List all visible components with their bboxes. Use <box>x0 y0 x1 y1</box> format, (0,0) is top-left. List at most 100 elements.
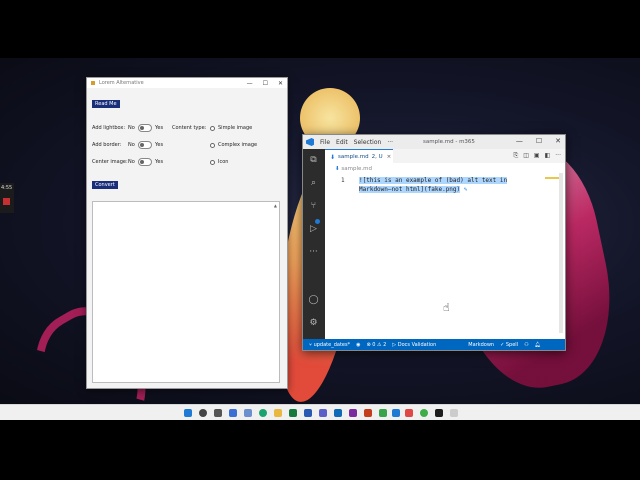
excel-icon[interactable] <box>289 409 297 417</box>
menu-more[interactable]: ··· <box>387 139 393 146</box>
menu-file[interactable]: File <box>320 139 330 146</box>
language-mode[interactable]: Markdown <box>468 342 494 348</box>
breadcrumb-file: sample.md <box>341 166 372 172</box>
code-editor[interactable]: 1 ![this is an example of (bad) alt text… <box>325 173 565 339</box>
teams-chat-icon[interactable] <box>244 409 252 417</box>
vscode-window: File Edit Selection ··· sample.md - m365… <box>302 134 566 351</box>
maximize-button[interactable]: ☐ <box>263 80 268 87</box>
center-image-label: Center image: <box>92 159 128 165</box>
start-icon[interactable] <box>184 409 192 417</box>
activity-bar: ⧉ ⌕ ⑂ ▷ ··· ◯ ⚙ <box>303 149 325 339</box>
account-icon[interactable]: ◯ <box>308 294 319 305</box>
close-button[interactable]: ✕ <box>278 80 283 87</box>
border-no-label: No <box>128 142 135 148</box>
lightbox-yes-label: Yes <box>155 125 164 131</box>
markdown-file-icon: ⬇ <box>330 153 336 161</box>
branch-name: update_dates* <box>313 341 351 348</box>
extensions-icon[interactable]: ··· <box>308 246 319 257</box>
search-icon[interactable]: ⌕ <box>308 177 319 188</box>
code-content[interactable]: ![this is an example of (bad) alt text i… <box>359 176 508 194</box>
minimize-button[interactable]: — <box>247 80 253 87</box>
lorem-alternative-window: Lorem Alternative — ☐ ✕ Read Me Add ligh… <box>86 77 288 389</box>
branch-status[interactable]: ⑂ update_dates* <box>309 342 350 348</box>
icon-radio[interactable] <box>210 160 215 165</box>
lightbox-toggle[interactable] <box>138 124 152 132</box>
tab-close-icon[interactable]: × <box>387 154 392 160</box>
search-icon[interactable] <box>199 409 207 417</box>
code-line: ![this is an example of (bad) alt text i… <box>359 177 508 184</box>
center-yes-label: Yes <box>155 159 164 165</box>
taskbar <box>0 404 640 421</box>
status-bar: ⑂ update_dates* ◉ ⊗ 0 ⚠ 2 ▷ Docs Validat… <box>303 339 565 350</box>
lightbox-no-label: No <box>128 125 135 131</box>
docs-validation-label: Docs Validation <box>397 341 437 348</box>
center-no-label: No <box>128 159 135 165</box>
task-view-icon[interactable] <box>214 409 222 417</box>
window-title: Lorem Alternative <box>99 80 144 86</box>
tab-status: 2, U <box>371 154 383 160</box>
problems-status[interactable]: ⊗ 0 ⚠ 2 <box>366 342 386 348</box>
more-actions-icon[interactable]: ··· <box>555 152 561 160</box>
teams-icon[interactable] <box>319 409 327 417</box>
center-image-toggle[interactable] <box>138 158 152 166</box>
close-button[interactable]: ✕ <box>555 137 561 145</box>
letterbox-bottom <box>0 420 640 480</box>
tab-label: sample.md <box>338 154 369 160</box>
terminal-icon[interactable] <box>435 409 443 417</box>
open-preview-icon[interactable]: ◫ <box>523 152 529 160</box>
window-title: sample.md - m365 <box>423 139 475 145</box>
settings-gear-icon[interactable]: ⚙ <box>308 317 319 328</box>
tab-sample-md[interactable]: ⬇ sample.md 2, U × <box>325 149 393 164</box>
record-stop-button[interactable] <box>3 198 10 205</box>
widgets-icon[interactable] <box>229 409 237 417</box>
spell-lightbulb-icon[interactable]: ✎ <box>460 186 468 193</box>
maximize-button[interactable]: ☐ <box>536 137 542 145</box>
docs-validation-status[interactable]: ▷ Docs Validation <box>392 342 436 348</box>
minimap-highlight <box>545 177 559 179</box>
add-lightbox-label: Add lightbox: <box>92 125 126 131</box>
border-yes-label: Yes <box>155 142 164 148</box>
notifications-bell-icon[interactable]: 🔔︎ <box>535 342 541 348</box>
word-icon[interactable] <box>304 409 312 417</box>
app-icon[interactable] <box>379 409 387 417</box>
menu-selection[interactable]: Selection <box>354 139 382 146</box>
code-line: Markdown—not html](fake.png) <box>359 186 461 193</box>
run-debug-icon[interactable]: ▷ <box>308 223 319 234</box>
simple-image-label: Simple image <box>218 125 253 131</box>
content-type-label: Content type: <box>172 125 207 131</box>
split-editor-icon[interactable]: ◧ <box>545 152 551 160</box>
output-textarea[interactable]: ▲ <box>92 201 280 383</box>
breadcrumb[interactable]: ⬇ sample.md <box>335 166 372 172</box>
live-share-icon[interactable]: ◉ <box>356 342 360 348</box>
outlook-icon[interactable] <box>334 409 342 417</box>
complex-image-label: Complex image <box>218 142 258 148</box>
simple-image-radio[interactable] <box>210 126 215 131</box>
open-changes-icon[interactable]: ⎘ <box>513 152 518 160</box>
file-explorer-icon[interactable] <box>274 409 282 417</box>
onenote-icon[interactable] <box>349 409 357 417</box>
recording-timer: 4:55 <box>1 185 13 191</box>
source-control-icon[interactable]: ⑂ <box>308 200 319 211</box>
minimize-button[interactable]: — <box>516 137 523 145</box>
powerpoint-icon[interactable] <box>364 409 372 417</box>
edge-icon[interactable] <box>259 409 267 417</box>
letterbox-top <box>0 0 640 58</box>
vertical-scrollbar[interactable] <box>559 173 563 333</box>
complex-image-radio[interactable] <box>210 143 215 148</box>
feedback-icon[interactable]: ⚇ <box>524 342 528 348</box>
spell-status[interactable]: ✓ Spell <box>500 342 518 348</box>
explorer-icon[interactable]: ⧉ <box>308 154 319 165</box>
toggle-preview-icon[interactable]: ▣ <box>534 152 540 160</box>
app-icon[interactable] <box>405 409 413 417</box>
app-icon[interactable] <box>420 409 428 417</box>
notepad-icon[interactable] <box>450 409 458 417</box>
vscode-taskbar-icon[interactable] <box>392 409 400 417</box>
menu-edit[interactable]: Edit <box>336 139 348 146</box>
icon-label: Icon <box>218 159 229 165</box>
tab-bar: ⬇ sample.md 2, U × ⎘ ◫ ▣ ◧ ··· <box>325 149 565 164</box>
scroll-up-arrow-icon[interactable]: ▲ <box>274 203 277 208</box>
border-toggle[interactable] <box>138 141 152 149</box>
read-me-button[interactable]: Read Me <box>92 100 120 108</box>
add-border-label: Add border: <box>92 142 122 148</box>
convert-button[interactable]: Convert <box>92 181 118 189</box>
